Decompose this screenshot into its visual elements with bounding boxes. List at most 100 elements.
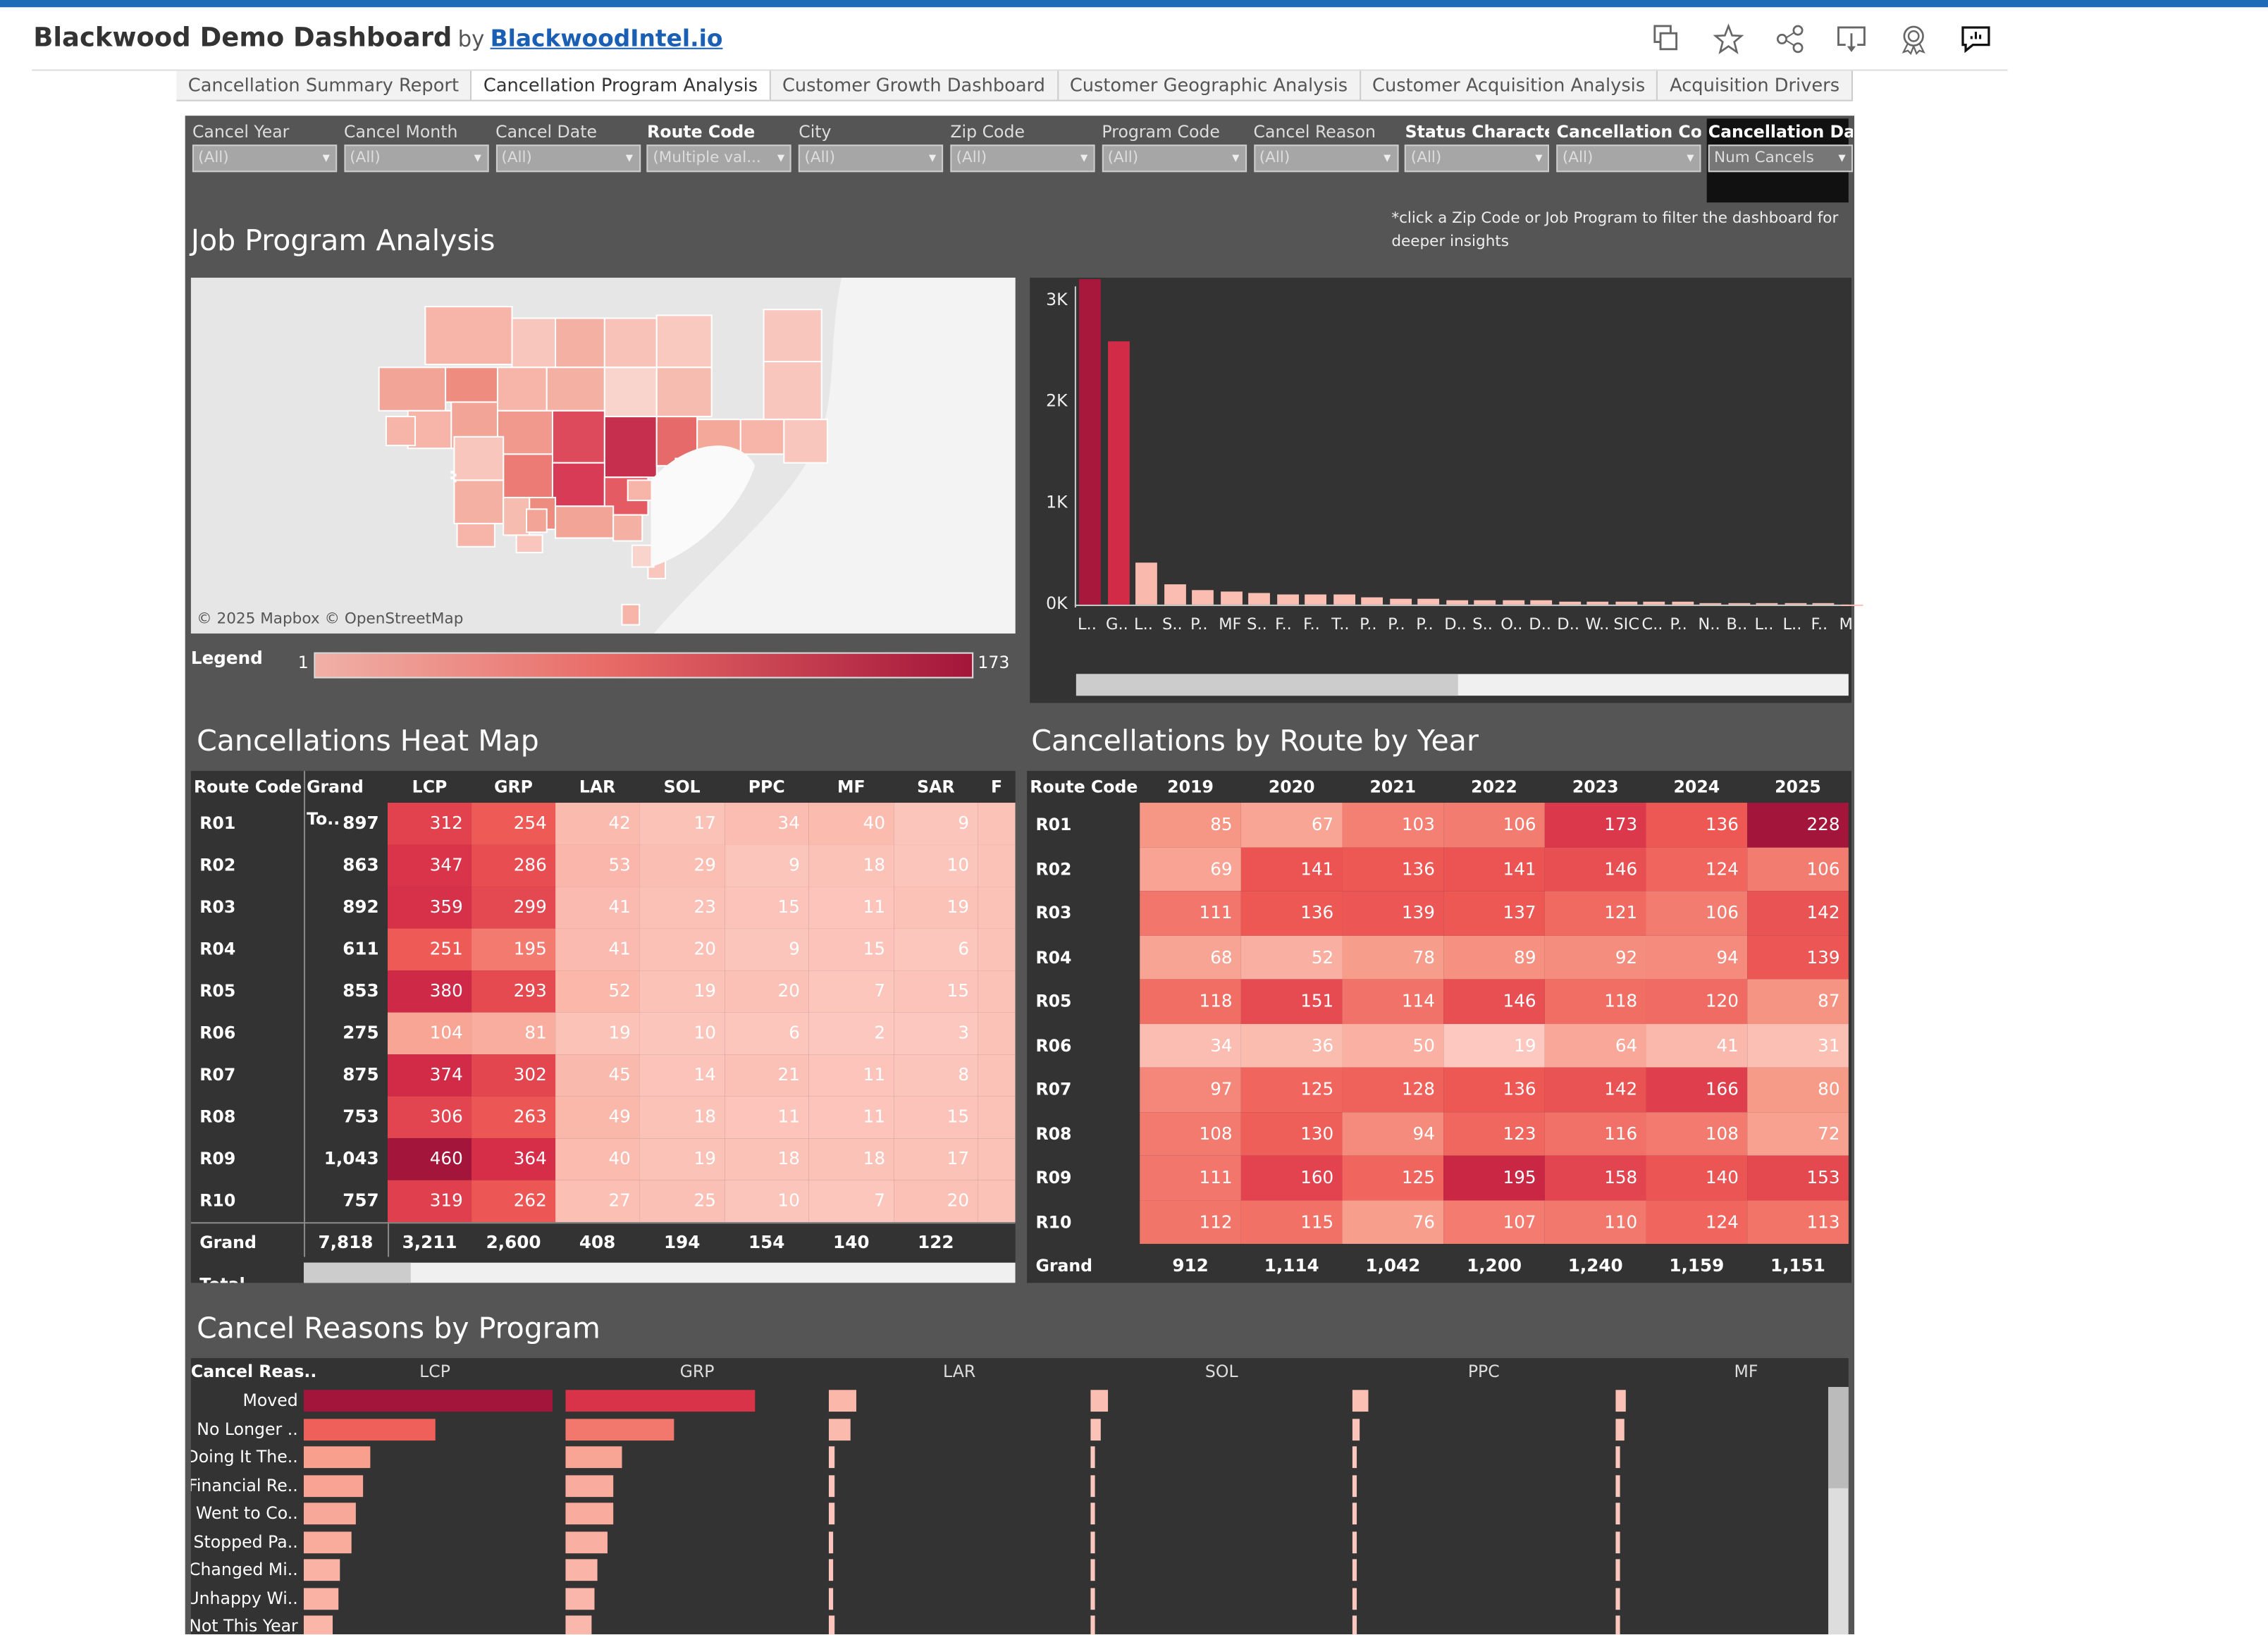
year-cell[interactable]: 19 — [1443, 1023, 1545, 1068]
heat-cell-partial[interactable] — [978, 803, 1015, 845]
year-cell[interactable]: 140 — [1646, 1156, 1748, 1200]
year-cell[interactable]: 141 — [1443, 847, 1545, 891]
column-header[interactable]: 2025 — [1747, 771, 1849, 803]
year-cell[interactable]: 68 — [1140, 935, 1241, 980]
reason-bar[interactable] — [566, 1418, 674, 1440]
heat-cell[interactable]: 18 — [808, 1138, 894, 1180]
heat-cell[interactable]: 7 — [808, 970, 894, 1013]
reason-bar[interactable] — [304, 1615, 333, 1634]
reason-bar[interactable] — [1090, 1474, 1095, 1496]
heat-cell[interactable]: 306 — [388, 1097, 472, 1139]
year-cell[interactable]: 125 — [1343, 1156, 1444, 1200]
filter-program-code[interactable]: Program Code(All) — [1102, 121, 1246, 172]
column-header[interactable]: Route Code — [1030, 771, 1142, 803]
year-cell[interactable]: 106 — [1443, 803, 1545, 847]
tab-cancellation-summary-report[interactable]: Cancellation Summary Report — [176, 71, 472, 100]
route-code[interactable]: R08 — [191, 1097, 304, 1139]
heat-cell[interactable]: 45 — [555, 1054, 639, 1097]
heat-cell-partial[interactable] — [978, 1138, 1015, 1180]
heat-cell[interactable]: 42 — [555, 803, 639, 845]
heat-cell-partial[interactable] — [978, 845, 1015, 887]
year-cell[interactable]: 120 — [1646, 979, 1748, 1023]
column-header[interactable]: F — [978, 771, 1015, 803]
program-column-header[interactable]: SOL — [1090, 1361, 1352, 1381]
filter-dropdown[interactable]: (All) — [1405, 144, 1550, 172]
reason-bar[interactable] — [1090, 1418, 1101, 1440]
program-column-header[interactable]: PPC — [1352, 1361, 1615, 1381]
reason-bar[interactable] — [828, 1559, 833, 1581]
reason-bar[interactable] — [304, 1390, 553, 1412]
year-cell[interactable]: 87 — [1747, 979, 1849, 1023]
year-cell[interactable]: 166 — [1646, 1068, 1748, 1112]
tab-customer-growth-dashboard[interactable]: Customer Growth Dashboard — [771, 71, 1059, 100]
reason-bar[interactable] — [304, 1559, 340, 1581]
reason-bar[interactable] — [1352, 1559, 1357, 1581]
route-code[interactable]: R07 — [1027, 1068, 1140, 1111]
program-bar[interactable] — [1220, 591, 1242, 604]
reason-bar[interactable] — [566, 1446, 622, 1468]
column-header[interactable]: LAR — [555, 771, 639, 803]
year-cell[interactable]: 94 — [1343, 1111, 1444, 1156]
author-link[interactable]: BlackwoodIntel.io — [491, 25, 723, 52]
year-cell[interactable]: 123 — [1443, 1111, 1545, 1156]
year-cell[interactable]: 151 — [1241, 979, 1343, 1023]
heat-cell[interactable]: 15 — [894, 1097, 978, 1139]
filter-status-character[interactable]: Status Character(All) — [1405, 121, 1550, 172]
reason-label[interactable]: Not This Year — [191, 1615, 298, 1634]
year-cell[interactable]: 114 — [1343, 979, 1444, 1023]
heat-cell[interactable]: 364 — [472, 1138, 555, 1180]
heat-cell[interactable]: 359 — [388, 887, 472, 929]
heat-cell[interactable]: 347 — [388, 845, 472, 887]
duplicate-icon[interactable] — [1651, 23, 1682, 55]
program-bar[interactable] — [1699, 604, 1721, 605]
program-bar[interactable] — [1785, 604, 1806, 605]
year-cell[interactable]: 78 — [1343, 935, 1444, 980]
program-bar[interactable] — [1813, 604, 1835, 605]
route-code[interactable]: R06 — [1027, 1023, 1140, 1067]
reason-bar[interactable] — [1615, 1474, 1619, 1496]
filter-dropdown[interactable]: (All) — [1102, 144, 1246, 172]
year-cell[interactable]: 136 — [1646, 803, 1748, 847]
column-header[interactable]: Route Code — [194, 771, 307, 803]
filter-zip-code[interactable]: Zip Code(All) — [950, 121, 1095, 172]
reason-bar[interactable] — [1090, 1503, 1095, 1524]
year-cell[interactable]: 118 — [1545, 979, 1646, 1023]
reason-bar[interactable] — [566, 1390, 755, 1412]
year-cell[interactable]: 146 — [1545, 847, 1646, 891]
year-cell[interactable]: 111 — [1140, 891, 1241, 935]
heat-cell[interactable]: 17 — [894, 1138, 978, 1180]
year-cell[interactable]: 106 — [1646, 891, 1748, 935]
route-code[interactable]: R09 — [191, 1138, 304, 1180]
heat-cell[interactable]: 21 — [725, 1054, 808, 1097]
tab-customer-geographic-analysis[interactable]: Customer Geographic Analysis — [1058, 71, 1360, 100]
heat-cell[interactable]: 11 — [808, 1097, 894, 1139]
reason-bar[interactable] — [566, 1615, 592, 1634]
route-code[interactable]: R07 — [191, 1054, 304, 1097]
heat-cell[interactable]: 374 — [388, 1054, 472, 1097]
filter-dropdown[interactable]: (All) — [344, 144, 488, 172]
reason-bar[interactable] — [1615, 1615, 1619, 1634]
heat-cell-partial[interactable] — [978, 929, 1015, 971]
program-bar[interactable] — [1502, 601, 1524, 605]
route-code[interactable]: R10 — [1027, 1199, 1140, 1243]
heat-cell[interactable]: 312 — [388, 803, 472, 845]
reason-bar[interactable] — [1090, 1559, 1095, 1581]
year-cell[interactable]: 110 — [1545, 1199, 1646, 1244]
reason-bar[interactable] — [1352, 1418, 1360, 1440]
filter-dropdown[interactable]: (All) — [1557, 144, 1701, 172]
heat-cell[interactable]: 380 — [388, 970, 472, 1013]
tab-customer-acquisition-analysis[interactable]: Customer Acquisition Analysis — [1361, 71, 1658, 100]
heat-cell[interactable]: 262 — [472, 1180, 555, 1223]
scrollbar-thumb[interactable] — [304, 1263, 411, 1283]
reason-bar[interactable] — [828, 1587, 833, 1609]
filter-dropdown[interactable]: (All) — [192, 144, 337, 172]
heat-cell[interactable]: 81 — [472, 1013, 555, 1055]
reason-bar[interactable] — [1352, 1531, 1357, 1553]
year-cell[interactable]: 97 — [1140, 1068, 1241, 1112]
year-cell[interactable]: 118 — [1140, 979, 1241, 1023]
program-bar[interactable] — [1107, 341, 1129, 605]
route-code[interactable]: R08 — [1027, 1111, 1140, 1155]
share-icon[interactable] — [1775, 23, 1806, 55]
year-cell[interactable]: 113 — [1747, 1199, 1849, 1244]
program-bar[interactable] — [1389, 600, 1411, 605]
